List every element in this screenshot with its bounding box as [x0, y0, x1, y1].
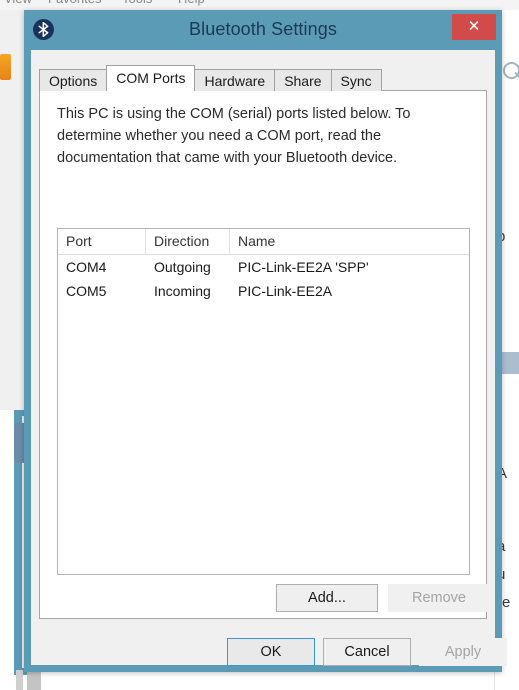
background-menu-view[interactable]: View: [4, 0, 32, 6]
background-app-icon: [0, 54, 11, 80]
ok-button[interactable]: OK: [227, 638, 315, 666]
cell-name: PIC-Link-EE2A 'SPP': [238, 259, 369, 275]
list-header-row: Port Direction Name: [58, 229, 469, 255]
background-menu-help[interactable]: Help: [178, 0, 205, 6]
tab-hardware[interactable]: Hardware: [194, 69, 276, 91]
background-menu-bar: View Favorites Tools Help: [0, 0, 519, 10]
page-title: Bluetooth Settings: [189, 19, 337, 39]
tab-sync[interactable]: Sync: [330, 69, 382, 91]
table-row[interactable]: COM5 Incoming PIC-Link-EE2A: [58, 279, 469, 303]
add-button[interactable]: Add...: [276, 584, 378, 612]
cell-name: PIC-Link-EE2A: [238, 283, 333, 299]
tab-share[interactable]: Share: [274, 69, 332, 91]
apply-button: Apply: [419, 638, 507, 666]
cell-port: COM5: [66, 283, 107, 299]
remove-button: Remove: [388, 584, 490, 612]
dialog-footer: OK Cancel Apply: [31, 620, 507, 666]
tab-com-ports[interactable]: COM Ports: [106, 65, 196, 91]
panel-description: This PC is using the COM (serial) ports …: [57, 106, 411, 166]
cell-direction: Incoming: [154, 283, 211, 299]
tab-panel-com-ports: This PC is using the COM (serial) ports …: [39, 90, 490, 619]
tab-bar: Options COM Ports Hardware Share Sync: [39, 65, 382, 91]
dialog-client-area: Options COM Ports Hardware Share Sync Th…: [31, 50, 507, 666]
background-menu-tools[interactable]: Tools: [122, 0, 152, 6]
table-row[interactable]: COM4 Outgoing PIC-Link-EE2A 'SPP': [58, 255, 469, 279]
close-icon[interactable]: ✕: [452, 14, 496, 40]
bluetooth-settings-dialog: Bluetooth Settings ✕ Options COM Ports H…: [24, 10, 507, 672]
search-icon[interactable]: [503, 62, 519, 79]
cell-port: COM4: [66, 259, 107, 275]
cancel-button[interactable]: Cancel: [323, 638, 411, 666]
column-header-name[interactable]: Name: [230, 229, 469, 254]
dialog-titlebar[interactable]: Bluetooth Settings ✕: [24, 10, 502, 50]
tab-options[interactable]: Options: [39, 69, 108, 91]
cell-direction: Outgoing: [154, 259, 211, 275]
background-menu-favorites[interactable]: Favorites: [48, 0, 101, 6]
background-right-accent: [500, 352, 519, 374]
background-taskbar-item: [16, 670, 23, 690]
column-header-port[interactable]: Port: [58, 229, 146, 254]
column-header-direction[interactable]: Direction: [146, 229, 230, 254]
com-ports-list[interactable]: Port Direction Name COM4 Outgoing PIC-Li…: [57, 228, 470, 575]
